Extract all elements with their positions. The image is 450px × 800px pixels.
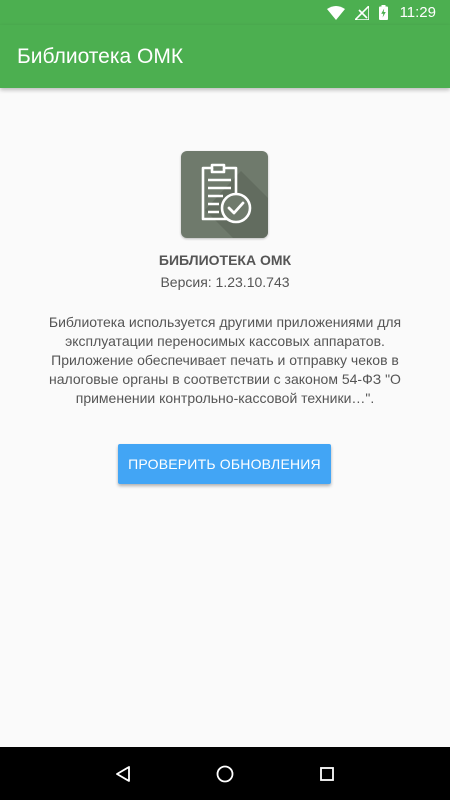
check-updates-button[interactable]: ПРОВЕРИТЬ ОБНОВЛЕНИЯ bbox=[118, 444, 331, 484]
app-bar: Библиотека ОМК bbox=[0, 25, 450, 88]
status-icons: 11:29 bbox=[326, 4, 436, 21]
status-bar: 11:29 bbox=[0, 0, 450, 25]
app-title: Библиотека ОМК bbox=[17, 44, 184, 68]
battery-charging-icon bbox=[378, 5, 388, 20]
library-name: БИБЛИОТЕКА ОМК bbox=[158, 252, 292, 268]
back-icon bbox=[116, 765, 130, 782]
about-content: БИБЛИОТЕКА ОМК Версия: 1.23.10.743 Библи… bbox=[0, 88, 450, 747]
navigation-bar bbox=[0, 747, 450, 800]
wifi-icon bbox=[326, 5, 345, 20]
status-time: 11:29 bbox=[399, 4, 436, 21]
description-text: Библиотека используется другими приложен… bbox=[48, 314, 402, 406]
recents-button[interactable] bbox=[307, 754, 347, 794]
clipboard-check-icon bbox=[181, 151, 268, 238]
version-text: Версия: 1.23.10.743 bbox=[160, 274, 290, 290]
recents-icon bbox=[320, 766, 334, 781]
back-button[interactable] bbox=[103, 754, 143, 794]
screen: 11:29 Библиотека ОМК БИБЛИОТЕКА ОМК Верс… bbox=[0, 0, 450, 800]
home-icon bbox=[216, 765, 234, 782]
signal-icon bbox=[354, 5, 369, 20]
home-button[interactable] bbox=[205, 754, 245, 794]
